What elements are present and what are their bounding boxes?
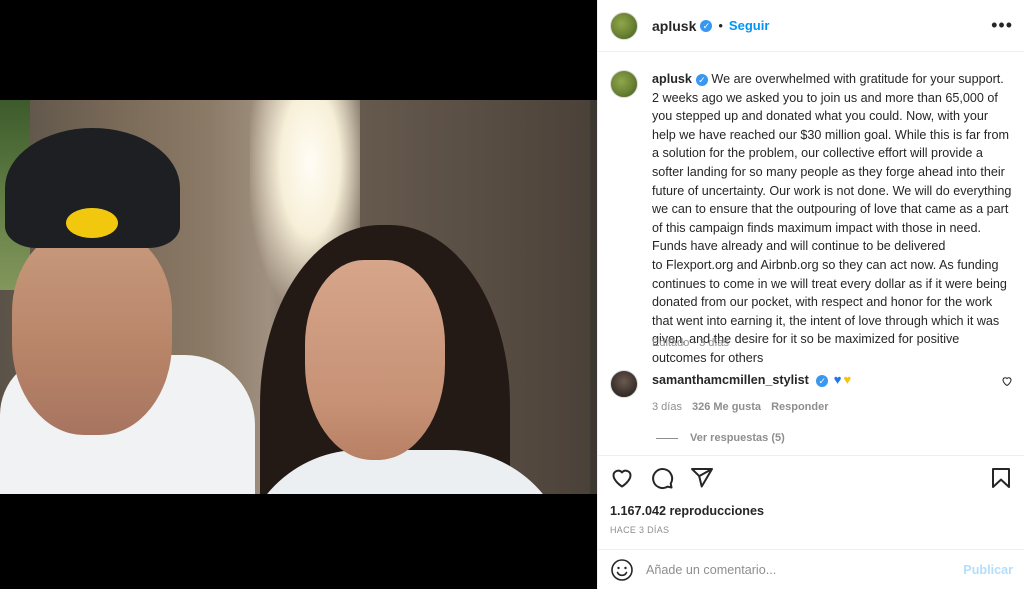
- post-sidebar: aplusk ✓ • Seguir ••• aplusk ✓ We are ove…: [597, 0, 1024, 589]
- edited-timestamp: Editado · 3 días: [652, 337, 730, 349]
- commenter-username[interactable]: samanthamcmillen_stylist: [652, 373, 809, 387]
- view-replies-label[interactable]: Ver respuestas (5): [690, 432, 785, 444]
- video-player[interactable]: [0, 0, 597, 589]
- heart-icon[interactable]: [610, 466, 634, 490]
- view-replies-button[interactable]: Ver respuestas (5): [656, 432, 785, 444]
- post-header: aplusk ✓ • Seguir •••: [598, 0, 1024, 52]
- caption-text-block: aplusk ✓ We are overwhelmed with gratitud…: [652, 70, 1014, 368]
- author-username[interactable]: aplusk: [652, 18, 696, 34]
- verified-badge-icon: ✓: [695, 74, 708, 86]
- verified-badge-icon: ✓: [700, 19, 713, 32]
- bookmark-icon[interactable]: [989, 466, 1013, 490]
- post-age: HACE 3 DÍAS: [610, 525, 670, 535]
- publish-button[interactable]: Publicar: [963, 563, 1013, 577]
- caption-username[interactable]: aplusk: [652, 72, 692, 86]
- commenter-avatar[interactable]: [610, 370, 638, 398]
- comment-reply-button[interactable]: Responder: [771, 401, 828, 413]
- view-count[interactable]: 1.167.042 reproducciones: [610, 504, 764, 518]
- commenter-line: samanthamcmillen_stylist ✓ ♥ ♥: [652, 372, 851, 387]
- blue-heart-emoji: ♥: [833, 372, 842, 387]
- more-options-icon[interactable]: •••: [991, 16, 1013, 34]
- person-right-face: [305, 260, 445, 460]
- comment-likes-count[interactable]: 326 Me gusta: [692, 401, 761, 413]
- video-frame[interactable]: [0, 100, 597, 494]
- person-left-cap-patch: [66, 208, 118, 238]
- heart-icon[interactable]: [1001, 375, 1013, 387]
- comment-like-button[interactable]: [1001, 375, 1013, 390]
- post-caption: aplusk ✓ We are overwhelmed with gratitud…: [610, 70, 1015, 368]
- separator-dot: •: [718, 18, 723, 33]
- comment-icon[interactable]: [650, 466, 674, 490]
- caption-body: We are overwhelmed with gratitude for yo…: [652, 72, 1012, 365]
- caption-author-avatar[interactable]: [610, 70, 638, 98]
- post-actions: 1.167.042 reproducciones HACE 3 DÍAS: [598, 455, 1024, 545]
- emoji-icon[interactable]: [610, 558, 634, 582]
- replies-divider: [656, 437, 678, 439]
- action-row: [610, 466, 714, 490]
- author-avatar[interactable]: [610, 11, 638, 40]
- share-icon[interactable]: [690, 466, 714, 490]
- comment-input[interactable]: [646, 562, 964, 577]
- comment-time[interactable]: 3 días: [652, 401, 682, 413]
- yellow-heart-emoji: ♥: [843, 372, 852, 387]
- verified-badge-icon: ✓: [816, 375, 829, 387]
- comment-composer: Publicar: [598, 549, 1024, 589]
- follow-button[interactable]: Seguir: [729, 18, 769, 33]
- person-left-face: [12, 230, 172, 435]
- comment-meta: 3 días 326 Me gusta Responder: [652, 401, 829, 413]
